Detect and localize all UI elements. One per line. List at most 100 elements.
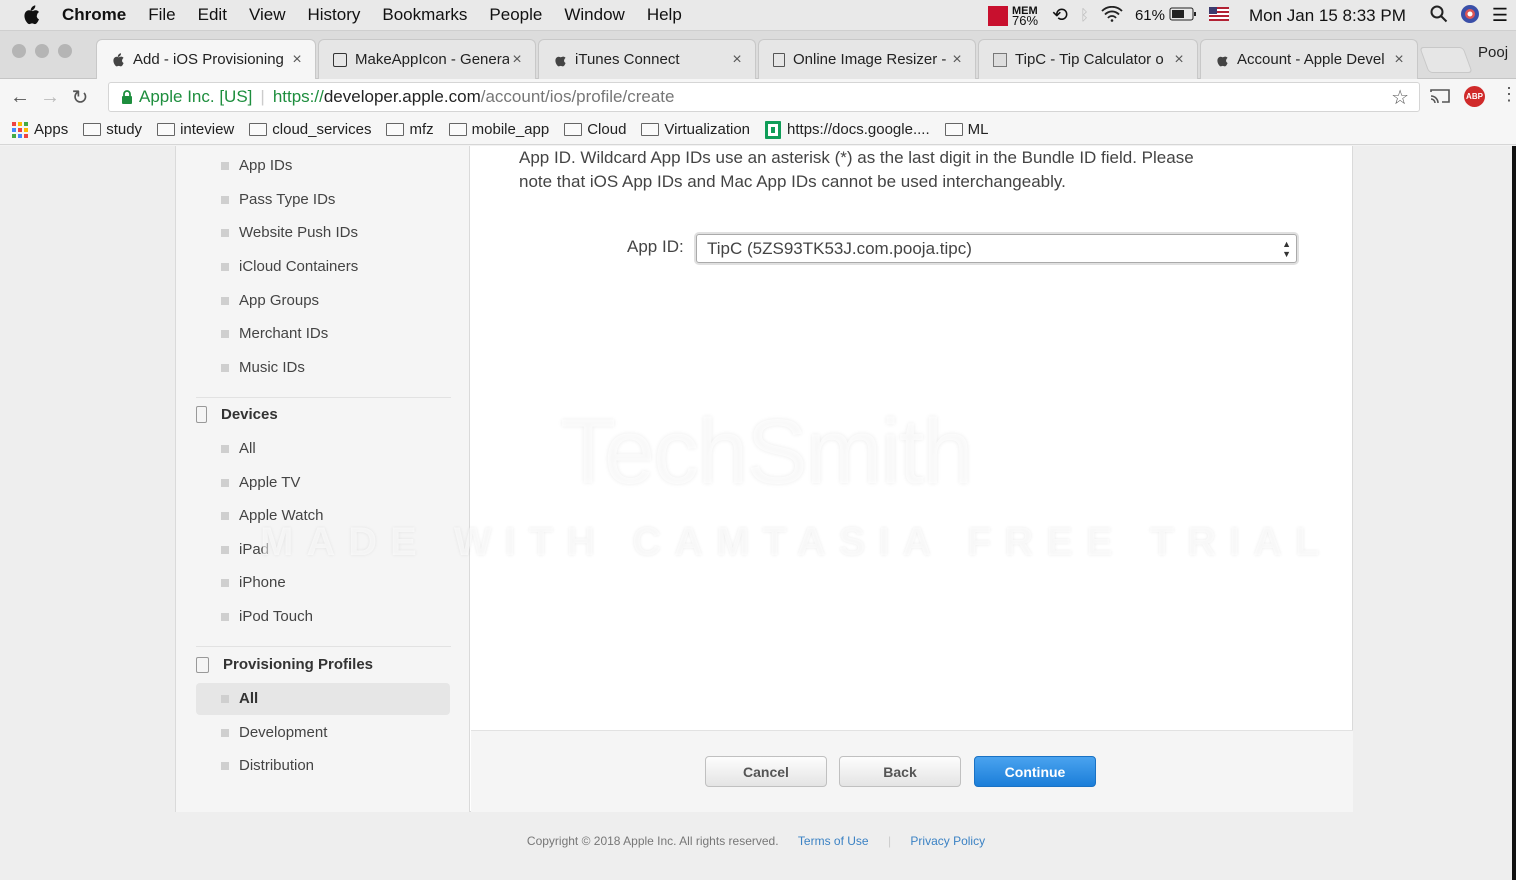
sidebar-item-app-ids[interactable]: App IDs: [221, 157, 292, 174]
tab-makeappicon[interactable]: MakeAppIcon - Genera ×: [318, 39, 536, 79]
bookmark-ml[interactable]: ML: [944, 121, 988, 138]
menu-view[interactable]: View: [249, 5, 286, 25]
bookmark-label: cloud_services: [272, 121, 372, 138]
bookmark-study[interactable]: study: [83, 121, 142, 138]
menu-window[interactable]: Window: [564, 5, 624, 25]
sidebar: App IDs Pass Type IDs Website Push IDs i…: [176, 146, 470, 812]
browser-toolbar: ← → ↻ Apple Inc. [US] | https:// develop…: [0, 79, 1516, 115]
back-arrow-icon[interactable]: ←: [5, 86, 35, 109]
menu-edit[interactable]: Edit: [198, 5, 227, 25]
folder-icon: [157, 123, 176, 136]
tab-account-apple-developer[interactable]: Account - Apple Devel ×: [1200, 39, 1418, 79]
sidebar-item-label: All: [239, 440, 256, 457]
bluetooth-icon[interactable]: ᛒ: [1080, 7, 1089, 24]
tab-tipc[interactable]: TipC - Tip Calculator o ×: [978, 39, 1198, 79]
tab-close-icon[interactable]: ×: [289, 51, 305, 69]
sidebar-heading-devices[interactable]: Devices: [196, 406, 278, 423]
adblock-plus-icon[interactable]: ABP: [1464, 86, 1485, 107]
tab-itunes-connect[interactable]: iTunes Connect ×: [538, 39, 756, 79]
tab-close-icon[interactable]: ×: [1171, 51, 1187, 69]
apple-menu-icon[interactable]: [22, 5, 44, 25]
sidebar-item-apple-watch[interactable]: Apple Watch: [221, 507, 324, 524]
sidebar-item-apple-tv[interactable]: Apple TV: [221, 474, 300, 491]
cast-icon[interactable]: [1430, 88, 1450, 109]
terms-of-use-link[interactable]: Terms of Use: [798, 834, 869, 848]
bookmark-cloud-services[interactable]: cloud_services: [249, 121, 371, 138]
sidebar-item-label: Music IDs: [239, 359, 305, 376]
tab-label: iTunes Connect: [575, 51, 680, 68]
sidebar-item-ipod-touch[interactable]: iPod Touch: [221, 608, 313, 625]
time-machine-icon[interactable]: ⟲: [1052, 4, 1068, 27]
bookmark-mobile-app[interactable]: mobile_app: [448, 121, 549, 138]
memory-icon[interactable]: MEM 76%: [987, 5, 1038, 27]
tab-close-icon[interactable]: ×: [1391, 51, 1407, 69]
tab-online-image-resizer[interactable]: Online Image Resizer - ×: [758, 39, 976, 79]
sidebar-item-website-push-ids[interactable]: Website Push IDs: [221, 224, 358, 241]
sidebar-item-merchant-ids[interactable]: Merchant IDs: [221, 325, 328, 342]
privacy-policy-link[interactable]: Privacy Policy: [910, 834, 985, 848]
continue-button[interactable]: Continue: [974, 756, 1096, 787]
clock[interactable]: Mon Jan 15 8:33 PM: [1249, 6, 1406, 26]
address-bar[interactable]: Apple Inc. [US] | https:// developer.app…: [108, 82, 1420, 112]
menu-people[interactable]: People: [489, 5, 542, 25]
user-globe-icon[interactable]: [1460, 4, 1480, 28]
menu-bookmarks[interactable]: Bookmarks: [382, 5, 467, 25]
bookmark-star-icon[interactable]: ☆: [1391, 85, 1409, 110]
tab-strip: Add - iOS Provisioning × MakeAppIcon - G…: [0, 31, 1516, 79]
sidebar-item-devices-all[interactable]: All: [221, 440, 256, 457]
tab-close-icon[interactable]: ×: [509, 51, 525, 69]
bookmark-label: Apps: [34, 121, 69, 138]
notification-center-icon[interactable]: ☰: [1492, 5, 1508, 26]
chrome-menu-icon[interactable]: ⋮: [1500, 84, 1516, 105]
sidebar-item-label: iCloud Containers: [239, 258, 359, 275]
sidebar-item-profiles-all[interactable]: All: [221, 690, 258, 707]
bullet-icon: [221, 511, 229, 520]
profile-button[interactable]: Pooj: [1478, 44, 1508, 61]
sidebar-divider: [196, 397, 451, 398]
copyright-text: Copyright © 2018 Apple Inc. All rights r…: [526, 834, 779, 848]
forward-arrow-icon[interactable]: →: [35, 86, 65, 109]
back-button[interactable]: Back: [839, 756, 961, 787]
menu-chrome[interactable]: Chrome: [62, 5, 126, 25]
sidebar-item-development[interactable]: Development: [221, 724, 327, 741]
battery-icon[interactable]: [1169, 7, 1197, 25]
tab-close-icon[interactable]: ×: [729, 51, 745, 69]
reload-icon[interactable]: ↻: [65, 85, 95, 110]
tab-add-ios-provisioning[interactable]: Add - iOS Provisioning ×: [96, 39, 316, 79]
sidebar-item-iphone[interactable]: iPhone: [221, 574, 286, 591]
bookmark-mfz[interactable]: mfz: [386, 121, 434, 138]
sidebar-item-pass-type-ids[interactable]: Pass Type IDs: [221, 191, 335, 208]
sidebar-item-music-ids[interactable]: Music IDs: [221, 359, 305, 376]
sidebar-heading-provisioning-profiles[interactable]: Provisioning Profiles: [196, 656, 373, 673]
google-sheets-icon: [765, 120, 782, 139]
menu-history[interactable]: History: [307, 5, 360, 25]
bookmark-apps[interactable]: Apps: [12, 121, 68, 138]
sidebar-item-icloud-containers[interactable]: iCloud Containers: [221, 258, 358, 275]
bookmark-google-docs[interactable]: https://docs.google....: [765, 120, 930, 139]
sidebar-item-label: Apple Watch: [239, 507, 324, 524]
wifi-icon[interactable]: [1101, 5, 1123, 26]
apple-favicon-icon: [553, 53, 567, 67]
bullet-icon: [221, 761, 229, 770]
new-tab-button[interactable]: [1419, 47, 1473, 73]
us-flag-icon[interactable]: [1208, 6, 1229, 25]
folder-icon: [564, 123, 583, 136]
sidebar-item-ipad[interactable]: iPad: [221, 541, 269, 558]
close-window-button[interactable]: [12, 44, 26, 58]
cancel-button[interactable]: Cancel: [705, 756, 827, 787]
bullet-icon: [221, 329, 229, 338]
bullet-icon: [221, 578, 229, 587]
app-id-select[interactable]: TipC (5ZS93TK53J.com.pooja.tipc) ▲ ▼: [696, 234, 1297, 263]
menu-file[interactable]: File: [148, 5, 175, 25]
sidebar-item-app-groups[interactable]: App Groups: [221, 292, 319, 309]
menu-help[interactable]: Help: [647, 5, 682, 25]
spotlight-search-icon[interactable]: [1430, 5, 1448, 27]
bookmark-virtualization[interactable]: Virtualization: [641, 121, 750, 138]
minimize-window-button[interactable]: [35, 44, 49, 58]
apple-favicon-icon: [111, 52, 125, 67]
bookmark-cloud[interactable]: Cloud: [564, 121, 626, 138]
zoom-window-button[interactable]: [58, 44, 72, 58]
sidebar-item-distribution[interactable]: Distribution: [221, 757, 314, 774]
bookmark-inteview[interactable]: inteview: [157, 121, 234, 138]
tab-close-icon[interactable]: ×: [949, 51, 965, 69]
